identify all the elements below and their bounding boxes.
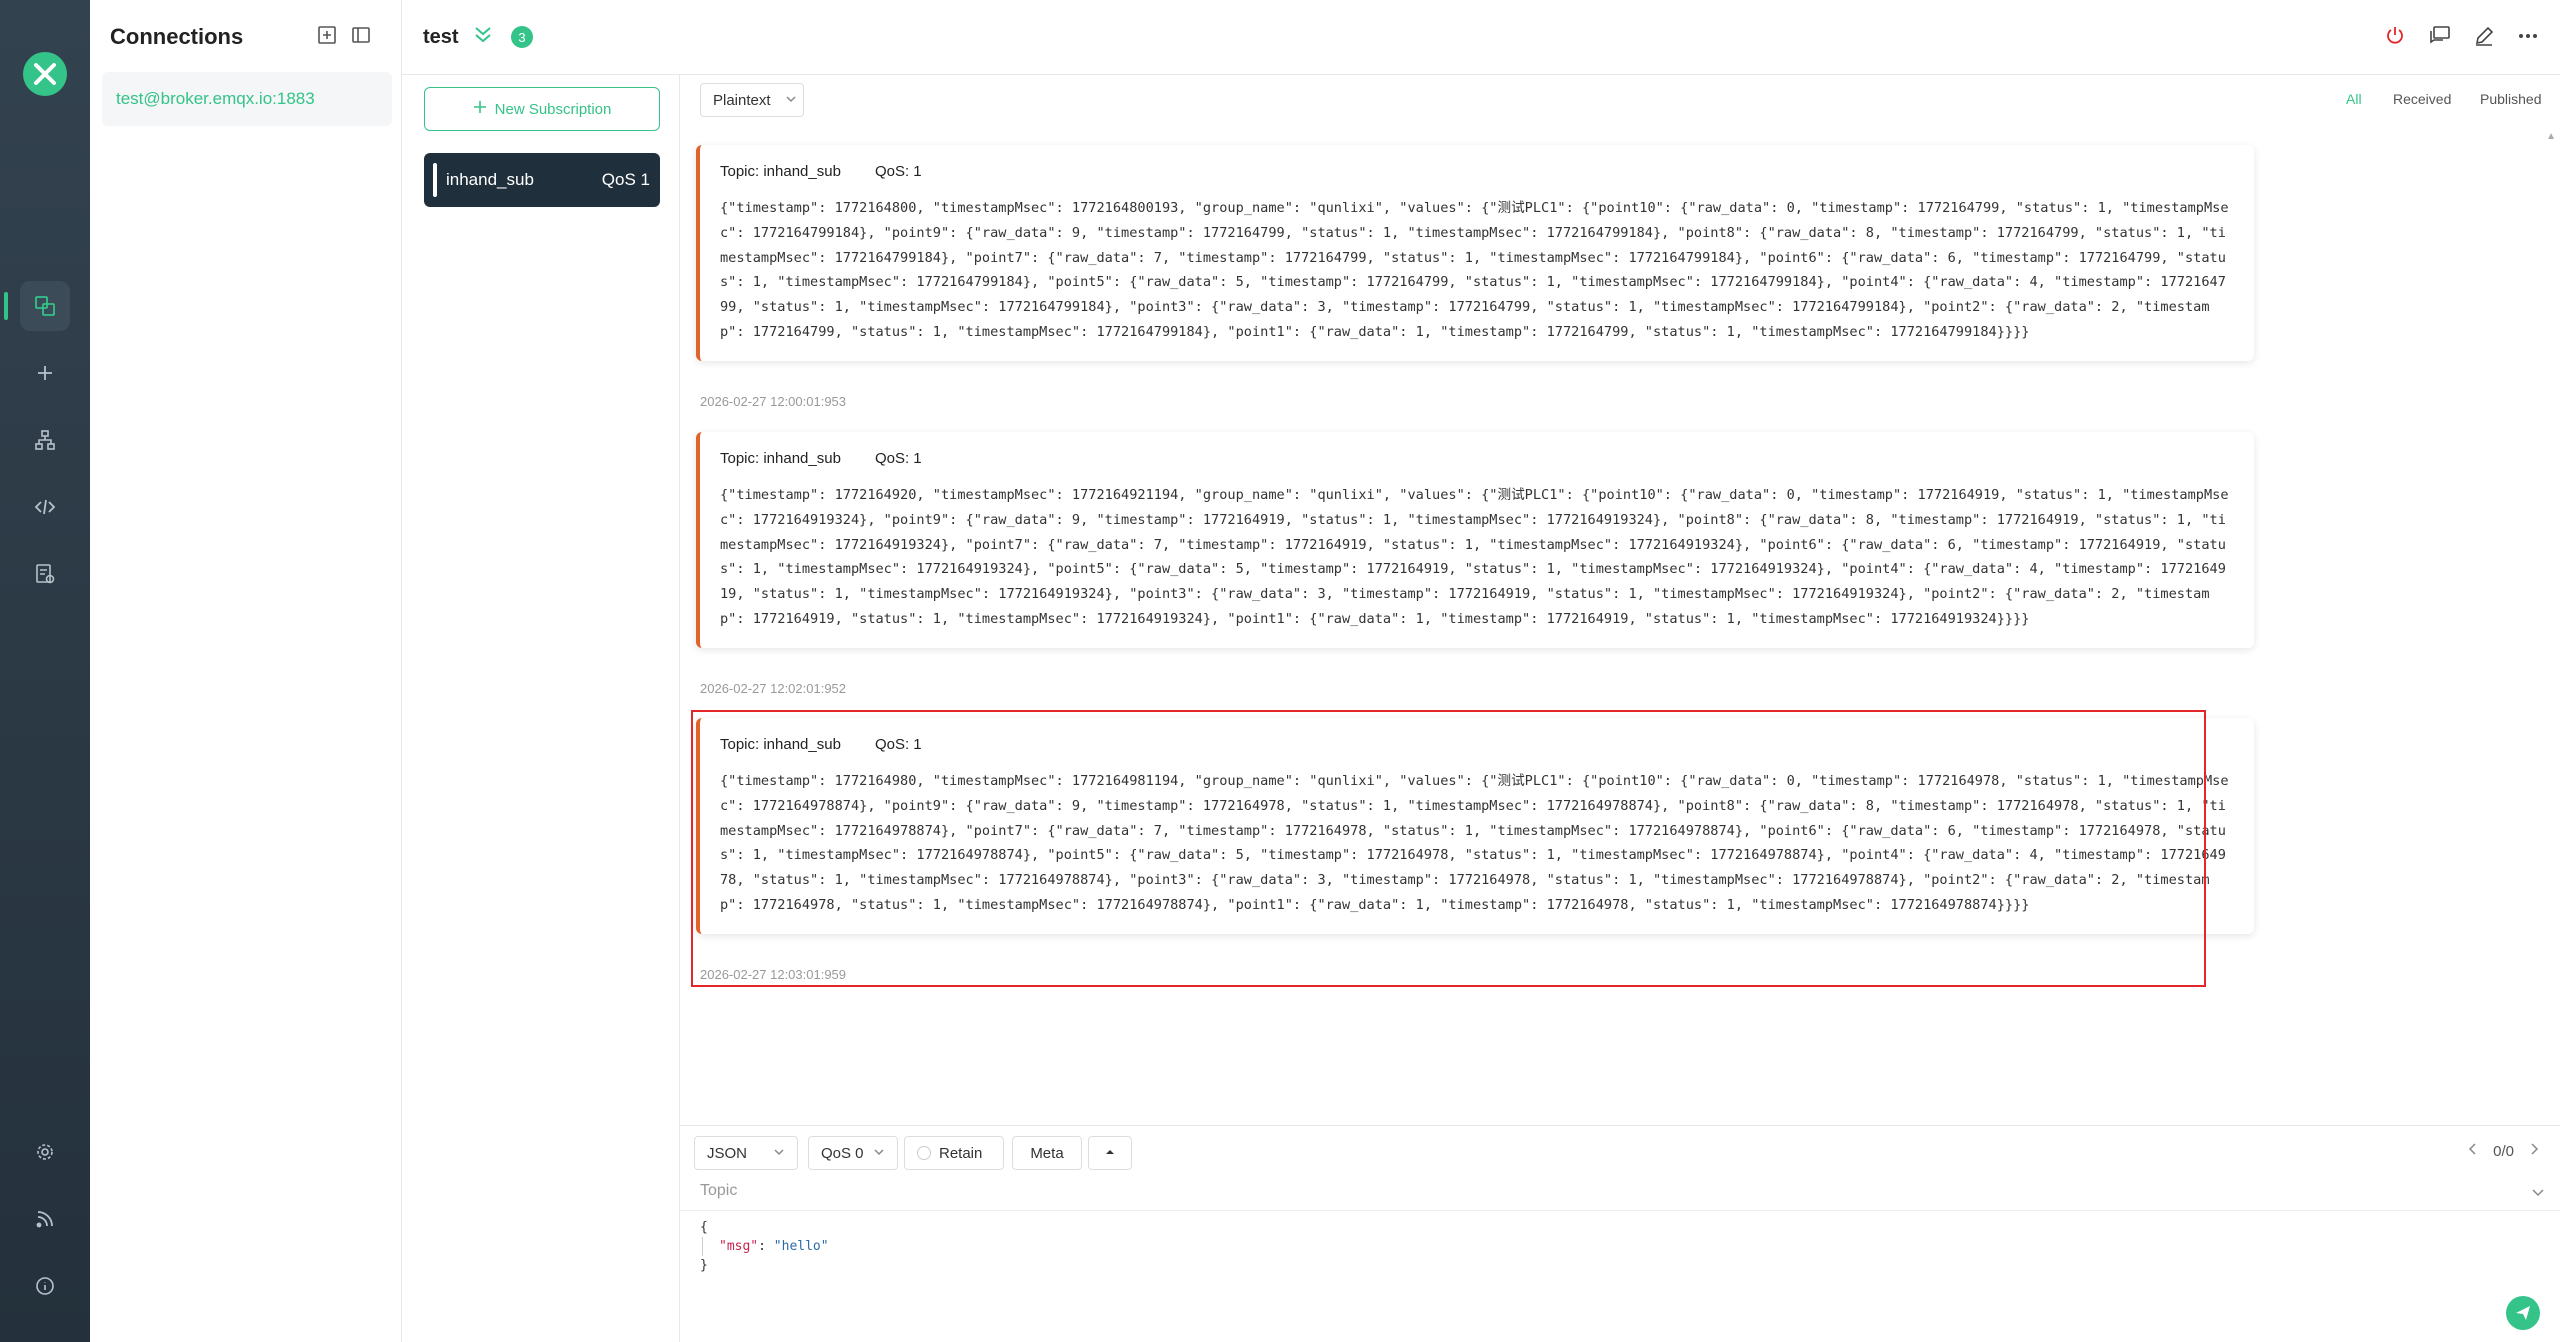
- topic-divider: [680, 1210, 2560, 1211]
- retain-label: Retain: [939, 1144, 983, 1162]
- expand-up-button[interactable]: [1088, 1136, 1132, 1170]
- chevron-right-icon[interactable]: [2528, 1142, 2540, 1160]
- qos-select[interactable]: QoS 0: [808, 1136, 898, 1170]
- message-topic: Topic: inhand_sub: [720, 450, 841, 467]
- new-subscription-button[interactable]: New Subscription: [424, 87, 660, 131]
- info-icon[interactable]: [20, 1261, 70, 1311]
- chevron-down-icon: [785, 92, 797, 109]
- caret-up-icon: [1104, 1145, 1116, 1162]
- subscription-item[interactable]: inhand_sub QoS 1: [424, 153, 660, 207]
- script-icon[interactable]: [20, 482, 70, 532]
- filter-published[interactable]: Published: [2480, 91, 2542, 107]
- connections-panel: Connections test@broker.emqx.io:1883: [90, 0, 402, 1342]
- new-connection-icon[interactable]: [314, 22, 340, 48]
- publish-panel: JSON QoS 0 Retain Meta 0/0 Topic { "msg"…: [680, 1125, 2560, 1342]
- topic-input[interactable]: Topic: [700, 1182, 737, 1200]
- chat-icon[interactable]: [2426, 22, 2454, 50]
- message-payload: {"timestamp": 1772164920, "timestampMsec…: [720, 487, 2229, 627]
- message-payload: {"timestamp": 1772164800, "timestampMsec…: [720, 200, 2229, 340]
- message-card[interactable]: Topic: inhand_sub QoS: 1 {"timestamp": 1…: [696, 432, 2254, 648]
- payload-editor[interactable]: { "msg": "hello" }: [700, 1218, 829, 1275]
- left-nav: [0, 0, 90, 1342]
- meta-label: Meta: [1030, 1144, 1064, 1162]
- qos-value: QoS 0: [821, 1144, 864, 1162]
- connection-header: test 3: [402, 0, 2560, 75]
- pager-count: 0/0: [2493, 1142, 2514, 1160]
- message-count-badge: 3: [511, 26, 533, 48]
- payload-format-select[interactable]: Plaintext: [700, 83, 804, 117]
- payload-type-value: JSON: [707, 1144, 748, 1162]
- message-qos: QoS: 1: [874, 163, 922, 180]
- history-pager: 0/0: [2467, 1142, 2540, 1160]
- payload-key: "msg": [719, 1239, 759, 1254]
- connections-icon[interactable]: [20, 281, 70, 331]
- power-icon[interactable]: [2381, 22, 2409, 50]
- filter-received[interactable]: Received: [2393, 91, 2451, 107]
- chevron-down-icon: [773, 1145, 785, 1162]
- edit-icon[interactable]: [2470, 22, 2498, 50]
- payload-format-value: Plaintext: [713, 91, 771, 109]
- message-time: 2026-02-27 12:02:01:952: [700, 681, 847, 696]
- new-subscription-label: New Subscription: [494, 100, 612, 118]
- subscription-topic: inhand_sub: [446, 170, 534, 189]
- settings-icon[interactable]: [20, 1127, 70, 1177]
- feed-icon[interactable]: [20, 1194, 70, 1244]
- plus-icon[interactable]: [20, 348, 70, 398]
- mqttx-logo-icon: [23, 52, 67, 96]
- message-qos: QoS: 1: [874, 450, 922, 467]
- chevron-down-icon[interactable]: [2530, 1184, 2546, 1205]
- payload-separator: :: [758, 1239, 774, 1254]
- message-card[interactable]: Topic: inhand_sub QoS: 1 {"timestamp": 1…: [696, 145, 2254, 361]
- connection-item-label: test@broker.emqx.io:1883: [116, 89, 315, 108]
- meta-button[interactable]: Meta: [1012, 1136, 1082, 1170]
- payload-close-brace: }: [700, 1258, 708, 1273]
- chevron-double-down-icon[interactable]: [472, 24, 494, 51]
- nav-active-indicator: [4, 292, 8, 320]
- chevron-left-icon[interactable]: [2467, 1142, 2479, 1160]
- payload-type-select[interactable]: JSON: [694, 1136, 798, 1170]
- plus-icon: [473, 100, 487, 118]
- connection-item[interactable]: test@broker.emqx.io:1883: [102, 72, 392, 126]
- message-time: 2026-02-27 12:00:01:953: [700, 394, 847, 409]
- scroll-up-arrow-icon[interactable]: ▲: [2546, 131, 2556, 142]
- payload-value: "hello": [773, 1239, 829, 1254]
- send-icon[interactable]: [2506, 1296, 2540, 1330]
- retain-checkbox[interactable]: Retain: [904, 1136, 1004, 1170]
- subscription-qos: QoS 1: [601, 170, 650, 189]
- selection-highlight-box: [691, 710, 2206, 987]
- message-topic: Topic: inhand_sub: [720, 163, 841, 180]
- connections-title: Connections: [110, 24, 244, 49]
- chevron-down-icon: [873, 1145, 885, 1162]
- payload-open-brace: {: [700, 1220, 708, 1235]
- log-icon[interactable]: [20, 549, 70, 599]
- subscriptions-panel: New Subscription inhand_sub QoS 1: [402, 75, 680, 1342]
- connection-name: test: [423, 26, 459, 48]
- filter-all[interactable]: All: [2346, 91, 2362, 107]
- retain-radio-icon: [917, 1146, 931, 1160]
- toggle-sidebar-icon[interactable]: [348, 22, 374, 48]
- network-icon[interactable]: [20, 415, 70, 465]
- subscription-color-bar: [433, 163, 437, 197]
- more-icon[interactable]: [2514, 22, 2542, 50]
